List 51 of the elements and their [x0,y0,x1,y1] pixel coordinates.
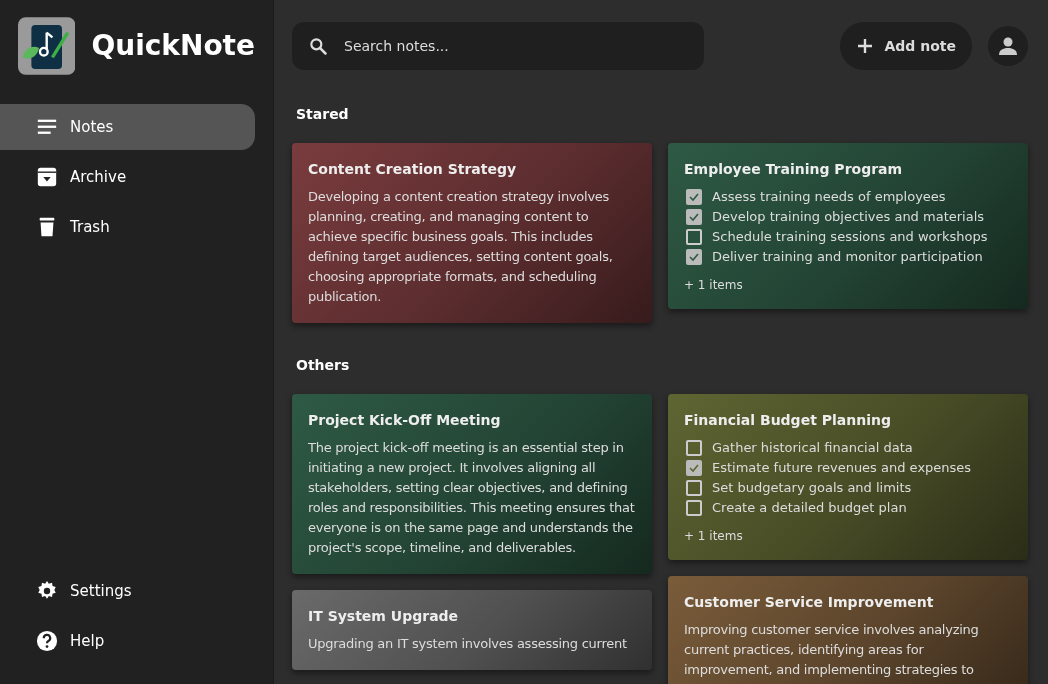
logo-icon [18,16,76,76]
add-note-button[interactable]: Add note [840,22,972,70]
note-text: Upgrading an IT system involves assessing current [308,635,628,653]
nav-item[interactable]: Settings [0,568,255,614]
checkbox[interactable] [686,460,702,476]
nav-item[interactable]: Archive [0,154,255,200]
checkbox[interactable] [686,209,702,225]
note-title: Project Kick-Off Meeting [308,411,502,430]
search-icon [308,36,328,56]
nav-item[interactable]: Help [0,618,255,664]
note-title: Financial Budget Planning [684,411,892,430]
plus-icon [856,37,875,55]
checklist-item-text: Develop training objectives and materials [712,208,985,226]
checklist-item-text: Gather historical financial data [712,439,913,457]
note-card[interactable] [292,394,652,574]
note-text: Improving customer service involves analyzing current practices, identifying areas for improvement, and implementing strategies to [684,621,980,679]
checkbox[interactable] [686,189,702,205]
note-card[interactable]: IT System Upgrade Upgrading an IT system involves assessing current [292,590,652,670]
checkbox[interactable] [686,500,702,516]
nav-item[interactable]: Trash [0,204,255,250]
note-card[interactable]: Employee Training Program Assess training needs of employees Develop training objectives and materials Schedule training sessions and workshops Deliver training and monitor participation + 1 items [668,143,1028,309]
checklist-item-text: Schedule training sessions and workshops [712,228,988,246]
section-heading: Others [296,356,351,375]
checklist-item-text: Deliver training and monitor participation [712,248,983,266]
nav-item[interactable]: Notes [0,104,255,150]
checklist-item-text: Assess training needs of employees [712,188,946,206]
note-text: The project kick-off meeting is an essential step in initiating a new project. It involves aligning all stakeholders, setting clear objectives, and defining roles and responsibilities. This meeting ensures that everyone is on the same page and understands the project's scope, timeline, and deliverables. [308,439,636,557]
note-title: Employee Training Program [684,160,904,179]
app-title: QuickNote [91,28,255,64]
more-items-label: + 1 items [684,277,744,293]
note-title: Content Creation Strategy [308,160,518,179]
checklist-item-text: Estimate future revenues and expenses [712,459,972,477]
checkbox[interactable] [686,440,702,456]
checkbox[interactable] [686,229,702,245]
note-card[interactable] [292,143,652,323]
checklist-item-text: Set budgetary goals and limits [712,479,912,497]
account-button[interactable] [988,26,1028,66]
person-icon [998,36,1018,56]
section-heading: Stared [296,105,350,124]
note-title: IT System Upgrade [308,607,460,626]
checkbox[interactable] [686,249,702,265]
note-card[interactable]: Customer Service Improvement Improving customer service involves analyzing current practices, identifying areas for improvement, and implementing strategies to [668,576,1028,684]
help-icon [36,630,58,652]
note-title: Customer Service Improvement [684,593,935,612]
more-items-label: + 1 items [684,528,744,544]
checkbox[interactable] [686,480,702,496]
note-card[interactable]: Financial Budget Planning Gather historical financial data Estimate future revenues and expenses Set budgetary goals and limits Create a detailed budget plan + 1 items [668,394,1028,560]
checklist-item-text: Create a detailed budget plan [712,499,907,517]
note-text: Developing a content creation strategy involves planning, creating, and managing content to achieve specific business goals. This includes defining target audiences, setting content goals, choosing appropriate formats, and scheduling publication. [308,188,614,306]
archive-icon [36,166,58,188]
search-field[interactable]: Search notes... [292,22,704,70]
